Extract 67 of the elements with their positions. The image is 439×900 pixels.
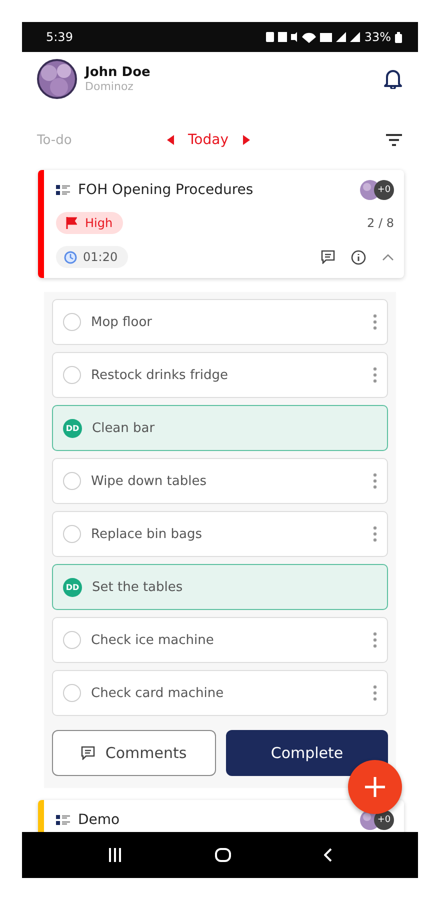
more-options-icon[interactable]: [373, 632, 377, 648]
progress-count: 2 / 8: [367, 216, 394, 230]
checkbox[interactable]: [63, 525, 81, 543]
plus-icon: [365, 777, 385, 797]
home-icon[interactable]: [214, 848, 231, 862]
checklist-item[interactable]: Wipe down tables: [52, 458, 388, 504]
avatar[interactable]: [37, 59, 77, 99]
comments-button[interactable]: Comments: [52, 730, 216, 776]
task-label: Restock drinks fridge: [91, 368, 229, 382]
checkbox[interactable]: [63, 684, 81, 702]
checklist-item[interactable]: Check card machine: [52, 670, 388, 716]
clock-icon: [64, 250, 77, 264]
organization-name: Dominoz: [85, 80, 134, 93]
more-options-icon[interactable]: [373, 314, 377, 330]
comment-icon[interactable]: [321, 250, 335, 264]
complete-button[interactable]: Complete: [226, 730, 388, 776]
extra-assignees-count: +0: [374, 180, 394, 200]
more-options-icon[interactable]: [373, 526, 377, 542]
more-options-icon[interactable]: [373, 473, 377, 489]
task-label: Clean bar: [92, 420, 156, 436]
checkbox[interactable]: [63, 313, 81, 331]
date-label: Today: [188, 132, 228, 148]
checkbox[interactable]: [63, 366, 81, 384]
checklist-item[interactable]: DD Clean bar: [52, 405, 388, 451]
comment-icon: [81, 746, 96, 760]
battery-icon: [395, 32, 402, 42]
checklist-item[interactable]: DD Set the tables: [52, 564, 388, 610]
task-card[interactable]: FOH Opening Procedures +0 High 2 / 8 01:20: [38, 170, 404, 278]
status-time: 5:39: [46, 30, 73, 44]
filter-icon[interactable]: [386, 134, 402, 146]
checklist-item[interactable]: Check ice machine: [52, 617, 388, 663]
previous-day-icon[interactable]: [167, 135, 174, 145]
completed-by-initials: DD: [63, 418, 82, 438]
checkbox[interactable]: [63, 472, 81, 490]
task-label: Check ice machine: [91, 632, 215, 648]
recent-apps-icon[interactable]: [108, 848, 122, 862]
checkbox[interactable]: [63, 631, 81, 649]
signal-icon: [336, 32, 346, 42]
next-day-icon[interactable]: [242, 135, 250, 145]
task-label: Replace bin bags: [91, 526, 204, 542]
more-options-icon[interactable]: [373, 685, 377, 701]
checklist-icon: [56, 815, 70, 825]
more-options-icon[interactable]: [373, 367, 377, 383]
signal-icon: [350, 32, 360, 42]
wifi-icon: [302, 32, 316, 42]
card-title: FOH Opening Procedures: [78, 182, 254, 198]
completed-by-initials: DD: [63, 578, 82, 596]
info-icon[interactable]: [351, 250, 366, 264]
checklist-item[interactable]: Restock drinks fridge: [52, 352, 388, 398]
task-label: Mop floor: [91, 314, 153, 330]
battery-level: 33%: [364, 30, 391, 44]
checklist-item[interactable]: Mop floor: [52, 299, 388, 345]
user-name: John Doe: [85, 65, 152, 80]
checklist-icon: [56, 185, 70, 195]
card-title: Demo: [78, 812, 120, 828]
back-icon[interactable]: [324, 848, 332, 862]
checklist-item[interactable]: Replace bin bags: [52, 511, 388, 557]
priority-tag: High: [56, 212, 123, 234]
collapse-chevron-icon[interactable]: [382, 254, 394, 260]
task-label: Check card machine: [91, 686, 225, 700]
timer-tag: 01:20: [56, 246, 128, 268]
flag-icon: [66, 217, 77, 229]
task-label: Set the tables: [92, 580, 184, 594]
task-label: Wipe down tables: [91, 474, 208, 488]
notifications-icon[interactable]: [384, 69, 402, 89]
task-card[interactable]: Demo +0: [38, 800, 404, 832]
mute-icon: [291, 32, 298, 42]
